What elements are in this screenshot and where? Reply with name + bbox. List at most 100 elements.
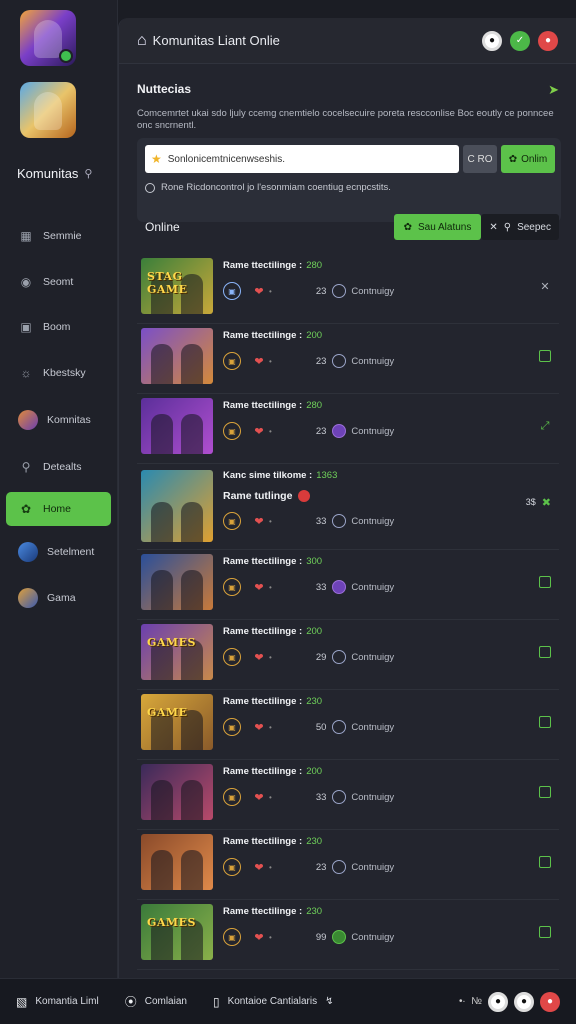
primary-action-button[interactable]: ✿ Sau Alatuns [393,214,482,240]
list-item[interactable]: Rame ttectilinge :280 ▣ ❤ • 23 Contnuigy ⤢ [137,394,559,464]
heart-icon[interactable] [298,490,311,502]
row-title[interactable]: Rame ttectilinge :200 [223,766,322,777]
list-item[interactable]: GAME Rame ttectilinge :230 ▣ ❤ • 50 Contnuigy [137,690,559,760]
leaf-icon: ✿ [403,221,412,233]
checkbox-icon[interactable] [539,350,551,362]
search-icon[interactable]: ⚲ [84,167,92,180]
game-thumbnail[interactable] [141,398,213,454]
row-title[interactable]: Rame ttectilinge :230 [223,836,322,847]
sidebar-item-seomt[interactable]: ◉ Seomt [6,265,111,299]
heart-icon[interactable]: ❤ [251,513,267,529]
sidebar-item-boom[interactable]: ▣ Boom [6,310,111,344]
heart-icon[interactable]: ❤ [251,649,267,665]
notice-title: Nuttecias [137,82,192,96]
status-button[interactable]: ✓ [510,30,530,51]
bottom-item-2[interactable]: ⦿ Comlaian [125,993,187,1010]
home-icon[interactable]: ⌂ [137,32,147,50]
heart-icon[interactable]: ❤ [251,859,267,875]
sidebar-item-detealts[interactable]: ⚲ Detealts [6,450,111,484]
info-icon [145,182,155,193]
row-subtitle: Rame tutlinge [223,490,311,502]
expand-icon[interactable]: ⤢ [539,420,551,432]
row-title[interactable]: Rame ttectilinge :200 [223,626,322,637]
character-figure [151,414,173,454]
sidebar-title: Komunitas ⚲ [17,166,92,181]
checkbox-icon[interactable] [539,856,551,868]
collapse-icon[interactable]: 3$ ✖ [526,496,551,509]
checkbox-icon[interactable] [539,646,551,658]
primary-action-label: Sau Alatuns [417,221,472,233]
row-title[interactable]: Rame ttectilinge :200 [223,330,322,341]
sidebar-item-semmie[interactable]: ▦ Semmie [6,219,111,253]
member-count: 23 [315,861,327,873]
sidebar-item-gama[interactable]: Gama [6,581,111,615]
list-item[interactable]: Rame ttectilinge :300 ▣ ❤ • 33 Contnuigy [137,550,559,620]
sidebar-item-komnitas[interactable]: Komnitas [6,403,111,437]
game-thumbnail[interactable] [141,834,213,890]
sidebar-item-home[interactable]: ✿ Home [6,492,111,526]
notification-button[interactable]: ● [540,991,560,1012]
character-figure [181,502,203,542]
pin-icon[interactable]: ➤ [548,82,559,98]
signal-icon[interactable]: № [471,996,482,1007]
sidebar-item-label: Seomt [43,276,74,288]
row-title-text: Rame ttectilinge : [223,330,303,341]
list-item[interactable]: Kanc sime tilkome :1363 Rame tutlinge ▣ ❤ • 3… [137,464,559,550]
game-thumbnail[interactable]: GAME [141,694,213,750]
list-item[interactable]: GAMES Rame ttectilinge :200 ▣ ❤ • 29 Contnuigy [137,620,559,690]
row-title[interactable]: Rame ttectilinge :300 [223,556,322,567]
heart-icon[interactable]: ❤ [251,719,267,735]
heart-icon[interactable]: ❤ [251,789,267,805]
search-placeholder: Sonlonicemtnicenwseshis. [167,153,286,165]
list-item[interactable]: Rame ttectilinge :200 ▣ ❤ • 33 Contnuigy [137,760,559,830]
row-title[interactable]: Kanc sime tilkome :1363 [223,470,337,481]
list-item[interactable]: Rame ttectilinge :200 ▣ ❤ • 23 Contnuigy [137,324,559,394]
checkbox-icon[interactable] [539,716,551,728]
heart-icon[interactable]: ❤ [251,423,267,439]
close-icon[interactable]: ✕ [539,280,551,293]
checkbox-icon[interactable] [539,926,551,938]
search-input[interactable]: ★ Sonlonicemtnicenwseshis. [145,145,459,173]
heart-icon[interactable]: ❤ [251,929,267,945]
category-label: Contnuigy [351,355,395,367]
heart-icon[interactable]: ❤ [251,353,267,369]
secondary-action-button[interactable]: ✕ ⚲ Seepec [481,214,559,240]
status-button[interactable]: ● [514,991,534,1012]
row-points: 280 [306,260,323,271]
row-title[interactable]: Rame ttectilinge :280 [223,400,322,411]
online-button[interactable]: ✿ Onlim [501,145,555,173]
game-thumbnail[interactable]: GAMES [141,624,213,680]
row-title[interactable]: Rame ttectilinge :280 [223,260,322,271]
sidebar-item-kbestsky[interactable]: ☼ Kbestsky [6,356,111,390]
game-thumbnail[interactable] [141,470,213,542]
filter-button[interactable]: C RO [463,145,497,173]
heart-icon[interactable]: ❤ [251,283,267,299]
game-thumbnail[interactable] [141,328,213,384]
profile-button[interactable]: ● [488,991,508,1012]
heart-icon[interactable]: ❤ [251,579,267,595]
share-icon[interactable]: •∙ [459,996,465,1007]
sidebar-item-setelment[interactable]: Setelment [6,535,111,569]
notification-button[interactable]: ● [538,30,558,51]
bottom-item-1[interactable]: ▧ Komantia Liml [16,995,99,1009]
row-title[interactable]: Rame ttectilinge :230 [223,696,322,707]
app-avatar-heroine[interactable] [20,10,76,66]
row-meta: ▣ ❤ • 29 Contnuigy [223,648,394,666]
list-item[interactable]: Rame ttectilinge :230 ▣ ❤ • 23 Contnuigy [137,830,559,900]
collapse-glyph: ✖ [541,496,551,509]
game-thumbnail[interactable]: STAG GAME [141,258,213,314]
game-thumbnail[interactable] [141,764,213,820]
game-thumbnail[interactable]: GAMES [141,904,213,960]
bottom-item-3[interactable]: ▯ Kontaioe Cantialaris ↯ [213,995,334,1009]
game-thumbnail[interactable] [141,554,213,610]
profile-button[interactable]: ● [482,30,502,51]
rank-icon: ▣ [223,928,241,946]
row-title[interactable]: Rame ttectilinge :230 [223,906,322,917]
dot-icon: • [269,516,272,526]
checkbox-icon[interactable] [539,786,551,798]
list-item[interactable]: STAG GAME Rame ttectilinge :280 ▣ ❤ • 23 Contn… [137,254,559,324]
notice-description: Comcemrtet ukai sdo ljuly ccemg cnemtiel… [137,108,554,131]
checkbox-icon[interactable] [539,576,551,588]
app-avatar-warrior[interactable] [20,82,76,138]
list-item[interactable]: GAMES Rame ttectilinge :230 ▣ ❤ • 99 Contnuigy [137,900,559,970]
